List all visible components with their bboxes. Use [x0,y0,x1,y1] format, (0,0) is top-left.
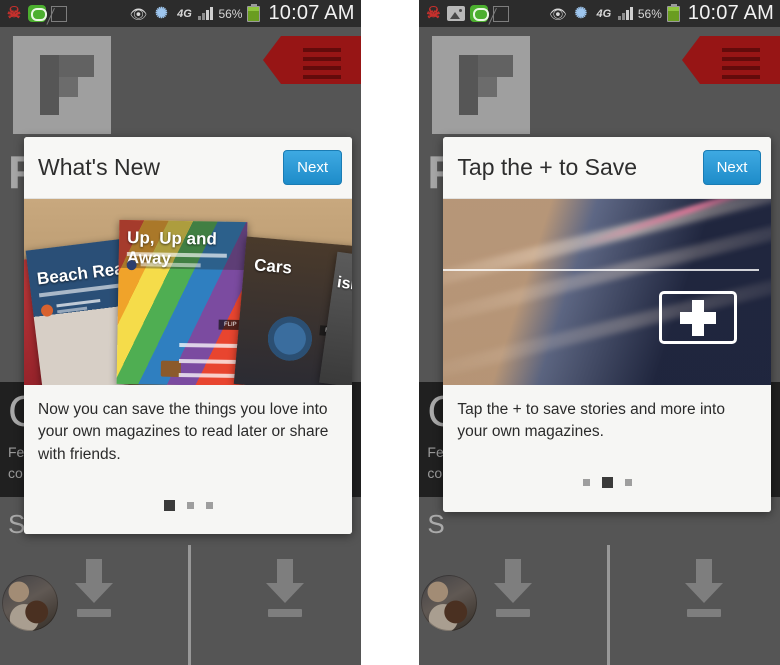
4g-icon: 4G [177,7,192,20]
dialog-header-right: Tap the + to Save Next [443,137,772,199]
pager-dot[interactable] [205,501,213,509]
status-clock: 10:07 AM [687,2,774,24]
signal-icon [617,7,633,20]
magazine-cover-up-up-and-away: Up, Up and Away FLIP [116,219,248,385]
dialog-body-text: Now you can save the things you love int… [24,385,352,477]
magazine-title: ism [335,274,352,295]
status-icons-left: ☠ [424,4,510,23]
pager-dot[interactable] [163,499,175,511]
signal-icon [198,7,214,20]
status-bar-right: ☠ 👁 ✺ 4G 56% 10:07 AM [419,0,780,27]
phone-screen-left: ☠ 👁 ✺ 4G 56% 10:07 AM F Fe co S What's N… [0,0,361,665]
bluetooth-icon: ✺ [574,4,588,22]
pager-dots-left [24,476,352,535]
panel-gutter [360,0,390,665]
pager-dot[interactable] [582,479,590,487]
pager-dot[interactable] [601,477,613,489]
pager-dot[interactable] [624,479,632,487]
pager-dots-right [443,453,772,512]
plus-icon[interactable] [659,291,738,344]
status-bar-left: ☠ 👁 ✺ 4G 56% 10:07 AM [0,0,361,27]
dialog-title: Tap the + to Save [457,154,638,180]
magazine-title: Cars [253,255,293,278]
4g-icon: 4G [596,7,612,20]
battery-icon [666,3,680,22]
next-button[interactable]: Next [702,150,762,185]
dialog-header-left: What's New Next [24,137,352,199]
plus-button-illustration [443,199,772,385]
phone-screen-right: ☠ 👁 ✺ 4G 56% 10:07 AM F Fe co S Tap the … [419,0,780,665]
status-icons-right: 👁 ✺ 4G 56% 10:07 AM [129,2,355,25]
missed-call-icon: ☠ [6,4,22,22]
whats-new-dialog: What's New Next Beach Reads Up, Up and A… [24,137,352,535]
eye-icon: 👁 [548,5,567,22]
battery-percent: 56% [637,6,662,21]
slash-icon [493,5,510,22]
message-icon [470,5,490,22]
status-icons-left: ☠ [5,5,67,23]
battery-percent: 56% [218,6,243,21]
horizontal-rule [443,269,760,271]
missed-call-icon: ☠ [426,4,441,22]
dialog-title: What's New [38,154,160,180]
bluetooth-icon: ✺ [155,4,168,22]
next-button[interactable]: Next [283,150,342,185]
gallery-icon [447,6,466,21]
message-icon [28,5,47,22]
slash-icon [51,5,67,22]
tap-plus-to-save-dialog: Tap the + to Save Next Tap the + to save… [443,137,772,512]
status-clock: 10:07 AM [268,2,355,24]
pager-dot[interactable] [186,501,194,509]
status-icons-right: 👁 ✺ 4G 56% 10:07 AM [549,2,774,25]
eye-icon: 👁 [129,5,148,22]
magazine-covers-illustration: Beach Reads Up, Up and Away FLIP Cars FL… [24,199,352,385]
battery-icon [247,3,261,22]
dialog-body-text: Tap the + to save stories and more into … [443,385,772,454]
screenshot-pair: ☠ 👁 ✺ 4G 56% 10:07 AM F Fe co S What's N… [0,0,780,665]
